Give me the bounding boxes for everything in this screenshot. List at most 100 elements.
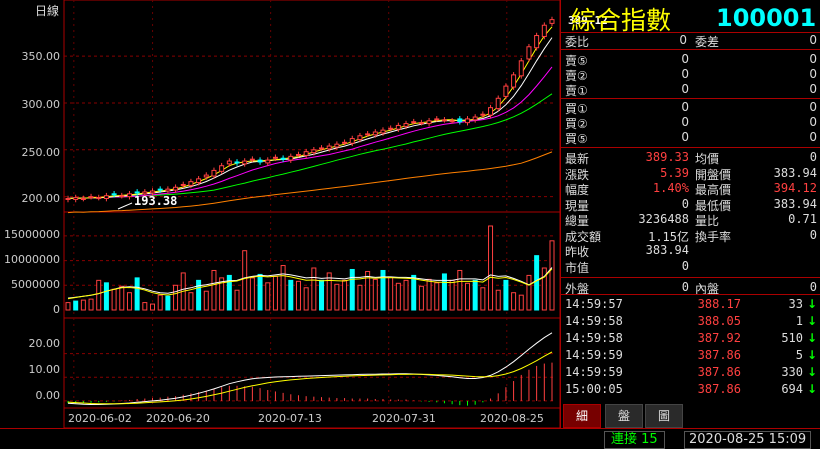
volume-bar xyxy=(411,274,417,311)
volume-bar xyxy=(173,284,179,311)
volume-bar xyxy=(418,285,424,311)
down-arrow-icon: ↓ xyxy=(807,314,818,328)
divider xyxy=(561,277,820,278)
volume-bar xyxy=(319,279,325,311)
volume-bar xyxy=(142,302,148,311)
stat-label: 換手率 xyxy=(695,229,732,244)
ask-label: 賣① xyxy=(565,84,588,98)
order-diff-value: 0 xyxy=(809,33,817,47)
volume-bar xyxy=(472,279,478,311)
volume-bar xyxy=(449,279,455,311)
tick-volume: 33 xyxy=(788,297,803,311)
volume-bar xyxy=(157,294,163,311)
order-ratio-row: 委比 0 委差 0 xyxy=(561,33,819,49)
candle-body xyxy=(150,190,156,194)
candle-body xyxy=(411,121,417,124)
stat-value: 0 xyxy=(809,227,817,242)
tick-volume: 330 xyxy=(781,365,803,379)
down-arrow-icon: ↓ xyxy=(807,382,818,396)
tab-board[interactable]: 盤 xyxy=(605,404,643,428)
date-label: 2020-07-13 xyxy=(258,412,322,425)
candle-body xyxy=(196,178,202,184)
order-ratio-label: 委比 xyxy=(565,35,590,49)
candle-body xyxy=(472,116,478,121)
candle-body xyxy=(372,131,378,136)
stat-label: 成交額 xyxy=(565,229,602,244)
tick-price: 387.86 xyxy=(697,382,741,396)
candle-body xyxy=(249,158,255,161)
tick-time: 14:59:58 xyxy=(565,331,623,345)
tick-time: 14:59:57 xyxy=(565,297,623,311)
volume-bar xyxy=(188,292,194,311)
candle-body xyxy=(295,153,301,156)
volume-bar xyxy=(526,274,532,311)
volume-bar xyxy=(265,282,271,311)
bid-label: 買⑤ xyxy=(565,132,588,146)
volume-bar xyxy=(303,287,309,311)
status-datetime: 2020-08-25 15:09 xyxy=(684,431,812,449)
candle-body xyxy=(464,118,470,124)
candle-body xyxy=(495,97,501,110)
macd-dif-line xyxy=(67,332,553,405)
volume-bar xyxy=(103,282,109,311)
volume-bar xyxy=(549,240,555,311)
ask-volume: 0 xyxy=(809,67,817,81)
stat-label: 均價 xyxy=(695,152,720,166)
candle-body xyxy=(380,129,386,134)
bid-volume: 0 xyxy=(809,100,817,114)
candle-body xyxy=(88,196,94,199)
volume-bar xyxy=(211,269,217,311)
candle-body xyxy=(265,159,271,164)
panel-tabs: 細 盤 圖 xyxy=(561,402,820,428)
candle-body xyxy=(103,195,109,200)
candle-body xyxy=(511,74,517,88)
volume-bar xyxy=(242,250,248,311)
candle-body xyxy=(188,181,194,186)
stat-value: 389.33 xyxy=(645,150,689,164)
macd-axis-label: 10.00 xyxy=(28,363,61,376)
volume-bar xyxy=(503,279,509,311)
candle-body xyxy=(157,188,163,191)
stat-value: 3236488 xyxy=(638,212,689,226)
stat-label: 量比 xyxy=(695,214,720,228)
candle-body xyxy=(242,160,248,165)
candle-body xyxy=(211,169,217,177)
stat-label: 最新 xyxy=(565,152,590,166)
candle-body xyxy=(426,120,432,125)
period-label[interactable]: 日線 xyxy=(35,2,59,19)
stat-label: 市值 xyxy=(565,260,590,275)
volume-bar xyxy=(511,292,517,311)
candle-body xyxy=(480,113,486,116)
stat-value: 383.94 xyxy=(773,196,817,211)
ma-line-magenta xyxy=(67,66,553,199)
bid-price: 0 xyxy=(681,130,689,144)
candle-body xyxy=(280,157,286,160)
candle-body xyxy=(449,120,455,123)
candle-body xyxy=(111,193,117,196)
volume-bar xyxy=(280,265,286,311)
candle-body xyxy=(388,127,394,130)
candle-body xyxy=(80,198,86,201)
tick-volume: 1 xyxy=(795,314,803,328)
chart-area[interactable]: 日線 350.00 300.00 250.00 200.00 15000000 … xyxy=(0,0,608,428)
candle-body xyxy=(549,19,555,24)
tab-detail[interactable]: 細 xyxy=(563,404,601,428)
tab-chart[interactable]: 圖 xyxy=(645,404,683,428)
stat-value: 5.39 xyxy=(660,165,689,180)
candle-body xyxy=(365,133,371,136)
chart-frame xyxy=(63,0,560,428)
divider xyxy=(561,49,820,50)
tick-price: 387.86 xyxy=(697,365,741,379)
quote-panel: 綜合指數 100001 委比 0 委差 0 賣⑤ 0 0 賣② 0 0 賣① 0… xyxy=(560,0,820,428)
ask-price: 0 xyxy=(681,82,689,96)
tick-time: 14:59:59 xyxy=(565,365,623,379)
volume-bar xyxy=(488,225,494,311)
stat-label: 漲跌 xyxy=(565,167,590,182)
volume-bar xyxy=(196,279,202,311)
stat-value: 394.12 xyxy=(773,181,817,195)
stat-label: 幅度 xyxy=(565,183,590,197)
ask-volume: 0 xyxy=(809,82,817,96)
tick-price: 388.17 xyxy=(697,297,741,311)
kline-chart[interactable] xyxy=(0,0,560,428)
candle-body xyxy=(488,107,494,116)
